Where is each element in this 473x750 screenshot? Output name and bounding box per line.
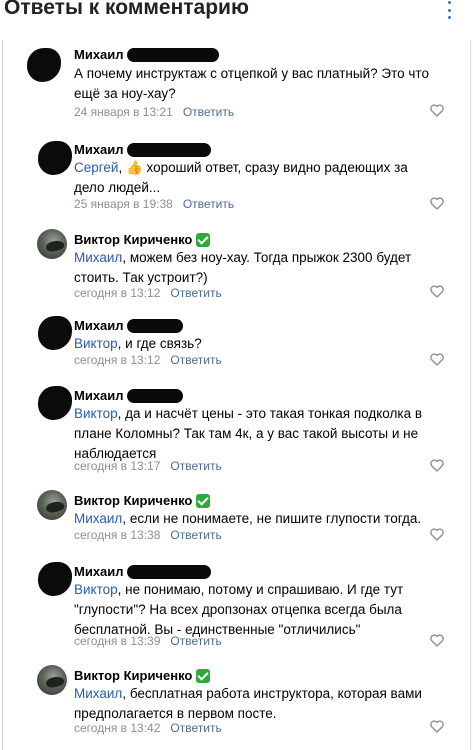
reply-button[interactable]: Ответить: [183, 197, 234, 211]
comment-time[interactable]: сегодня в 13:12: [74, 353, 160, 367]
page-title: Ответы к комментарию: [4, 0, 249, 19]
comment-item: Михаил Виктор, не понимаю, потому и спра…: [0, 559, 473, 654]
heart-outline-icon[interactable]: [430, 634, 444, 647]
heart-outline-icon[interactable]: [430, 285, 444, 298]
mention-link[interactable]: Виктор: [74, 336, 118, 351]
mention-link[interactable]: Михаил: [74, 511, 122, 526]
reply-button[interactable]: Ответить: [170, 459, 221, 473]
reply-button[interactable]: Ответить: [170, 721, 221, 735]
comment-time[interactable]: сегодня в 13:17: [74, 459, 160, 473]
redacted-surname: [126, 564, 211, 579]
avatar[interactable]: [38, 141, 72, 175]
reply-button[interactable]: Ответить: [170, 353, 221, 367]
reply-button[interactable]: Ответить: [170, 634, 221, 648]
reply-button[interactable]: Ответить: [170, 286, 221, 300]
comment-text: Виктор, не понимаю, потому и спрашиваю. …: [74, 582, 404, 637]
heart-outline-icon[interactable]: [430, 197, 444, 210]
avatar[interactable]: [38, 386, 72, 420]
comment-text: Сергей, 👍 хороший ответ, сразу видно рад…: [74, 160, 408, 195]
author-name[interactable]: Виктор Кириченко: [74, 668, 192, 683]
comment-time[interactable]: сегодня в 13:42: [74, 721, 160, 735]
mention-link[interactable]: Виктор: [74, 582, 118, 597]
redacted-surname: [126, 318, 183, 333]
comment-time[interactable]: сегодня в 13:38: [74, 528, 160, 542]
redacted-surname: [126, 388, 183, 403]
comment-text: Михаил, если не понимаете, не пишите глу…: [74, 511, 422, 526]
mention-link[interactable]: Михаил: [74, 686, 122, 701]
reply-button[interactable]: Ответить: [170, 528, 221, 542]
author-name[interactable]: Михаил: [74, 388, 124, 403]
mention-link[interactable]: Сергей: [74, 160, 118, 175]
verified-check-icon: [196, 668, 211, 683]
author-name[interactable]: Виктор Кириченко: [74, 493, 192, 508]
author-name[interactable]: Михаил: [74, 564, 124, 579]
comment-item: Виктор Кириченко Михаил, бесплатная рабо…: [0, 663, 473, 748]
comment-text: Виктор, и где связь?: [74, 336, 202, 351]
comment-time[interactable]: 24 января в 13:21: [74, 105, 173, 119]
verified-check-icon: [196, 493, 211, 508]
mention-link[interactable]: Михаил: [74, 250, 122, 265]
redacted-surname: [126, 47, 219, 62]
comment-item: Виктор Кириченко Михаил, можем без ноу-х…: [0, 227, 473, 307]
author-name[interactable]: Михаил: [74, 142, 124, 157]
author-name[interactable]: Михаил: [74, 318, 124, 333]
verified-check-icon: [196, 232, 211, 247]
heart-outline-icon[interactable]: [430, 459, 444, 472]
mention-link[interactable]: Виктор: [74, 406, 118, 421]
heart-outline-icon[interactable]: [430, 353, 444, 366]
avatar[interactable]: [38, 562, 72, 596]
comment-item: Виктор Кириченко Михаил, если не понимае…: [0, 488, 473, 548]
comment-item: Михаил А почему инструктаж с отцепкой у …: [0, 44, 473, 128]
avatar[interactable]: [37, 490, 67, 520]
redacted-surname: [126, 142, 211, 157]
comment-text: Виктор, да и насчёт цены - это такая тон…: [74, 406, 423, 461]
heart-outline-icon[interactable]: [430, 104, 444, 117]
avatar[interactable]: [37, 665, 67, 695]
comment-text: Михаил, можем без ноу-хау. Тогда прыжок …: [74, 250, 412, 285]
author-name[interactable]: Михаил: [74, 47, 124, 62]
comment-item: Михаил Сергей, 👍 хороший ответ, сразу ви…: [0, 137, 473, 217]
comment-time[interactable]: сегодня в 13:12: [74, 286, 160, 300]
comment-item: Михаил Виктор, да и насчёт цены - это та…: [0, 383, 473, 483]
reply-button[interactable]: Ответить: [183, 105, 234, 119]
heart-outline-icon[interactable]: [430, 528, 444, 541]
avatar[interactable]: [38, 316, 72, 350]
header: Ответы к комментарию: [0, 0, 473, 30]
avatar[interactable]: [27, 48, 61, 82]
heart-outline-icon[interactable]: [430, 720, 444, 733]
comment-text: А почему инструктаж с отцепкой у вас пла…: [74, 66, 429, 101]
comment-time[interactable]: сегодня в 13:39: [74, 634, 160, 648]
more-vertical-icon[interactable]: [446, 1, 452, 19]
comment-text: Михаил, бесплатная работа инструктора, к…: [74, 686, 422, 721]
comment-time[interactable]: 25 января в 19:38: [74, 197, 173, 211]
avatar[interactable]: [37, 229, 67, 259]
author-name[interactable]: Виктор Кириченко: [74, 232, 192, 247]
comment-item: Михаил Виктор, и где связь? сегодня в 13…: [0, 313, 473, 373]
